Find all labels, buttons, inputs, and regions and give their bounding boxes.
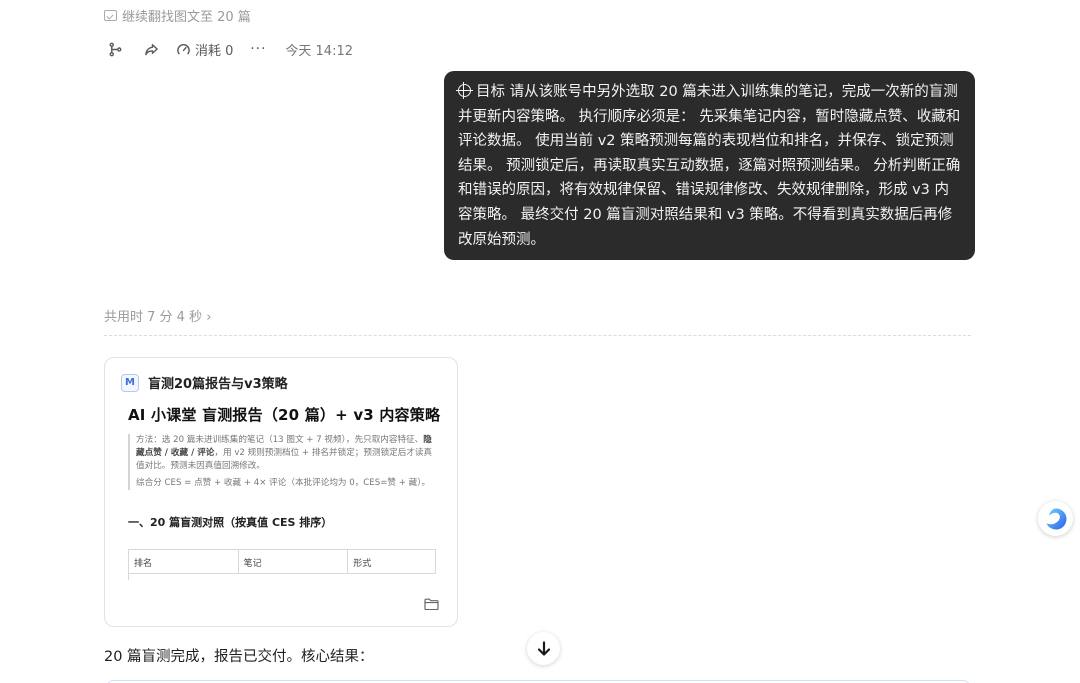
- table-header-cell: 排名: [129, 550, 239, 574]
- consume-button[interactable]: 消耗 0: [176, 38, 233, 60]
- elapsed-time-toggle[interactable]: 共用时 7 分 4 秒 ›: [104, 306, 211, 325]
- preview-method-quote: 方法：选 20 篇未进训练集的笔记（13 图文 + 7 视频），先只取内容特征、…: [128, 434, 438, 490]
- document-card[interactable]: M 盲测20篇报告与v3策略 AI 小课堂 盲测报告（20 篇）+ v3 内容策…: [104, 357, 458, 627]
- section-divider: [104, 335, 971, 336]
- floating-assistant-button[interactable]: [1038, 501, 1073, 536]
- terminal-icon: [104, 10, 117, 21]
- table-header-cell: 形式: [348, 550, 436, 574]
- method-text-prefix: 方法：选 20 篇未进训练集的笔记（13 图文 + 7 视频），先只取内容特征、: [136, 435, 424, 445]
- gauge-icon: [177, 43, 190, 54]
- more-button[interactable]: ···: [247, 38, 269, 60]
- document-preview: AI 小课堂 盲测报告（20 篇）+ v3 内容策略 方法：选 20 篇未进训练…: [128, 404, 441, 530]
- ces-note: 综合分 CES = 点赞 + 收藏 + 4× 评论（本批评论均为 0，CES=赞…: [136, 478, 431, 488]
- share-button[interactable]: [140, 38, 162, 60]
- folder-icon[interactable]: [424, 598, 439, 610]
- branch-icon: [109, 42, 121, 56]
- branch-button[interactable]: [104, 38, 126, 60]
- target-icon: [456, 82, 473, 99]
- assistant-logo-icon: [1045, 508, 1066, 529]
- preview-title: AI 小课堂 盲测报告（20 篇）+ v3 内容策略: [128, 406, 441, 424]
- message-timestamp: 今天 14:12: [285, 43, 354, 59]
- table-header-cell: 笔记: [238, 550, 349, 574]
- previous-step-note: 继续翻找图文至 20 篇: [104, 6, 251, 25]
- previous-step-text: 继续翻找图文至 20 篇: [122, 10, 251, 25]
- consume-label: 消耗 0: [195, 43, 234, 59]
- preview-table: 排名 笔记 形式: [128, 549, 436, 580]
- document-name: 盲测20篇报告与v3策略: [148, 377, 288, 392]
- doc-app-icon: M: [121, 373, 139, 392]
- scroll-to-bottom-button[interactable]: [527, 632, 560, 665]
- arrow-down-icon: [537, 640, 550, 656]
- message-actions: 消耗 0 ··· 今天 14:12: [104, 38, 353, 60]
- elapsed-time-label: 共用时 7 分 4 秒: [104, 310, 203, 325]
- preview-section-title: 一、20 篇盲测对照（按真值 CES 排序）: [128, 516, 333, 529]
- assistant-summary-text: 20 篇盲测完成，报告已交付。核心结果：: [104, 649, 374, 665]
- chevron-right-icon: ›: [206, 310, 212, 325]
- user-message-bubble: 目标 请从该账号中另外选取 20 篇未进入训练集的笔记，完成一次新的盲测并更新内…: [444, 71, 975, 260]
- share-icon: [144, 43, 158, 55]
- user-message-text: 目标 请从该账号中另外选取 20 篇未进入训练集的笔记，完成一次新的盲测并更新内…: [458, 84, 961, 248]
- document-card-header: M 盲测20篇报告与v3策略: [121, 373, 288, 392]
